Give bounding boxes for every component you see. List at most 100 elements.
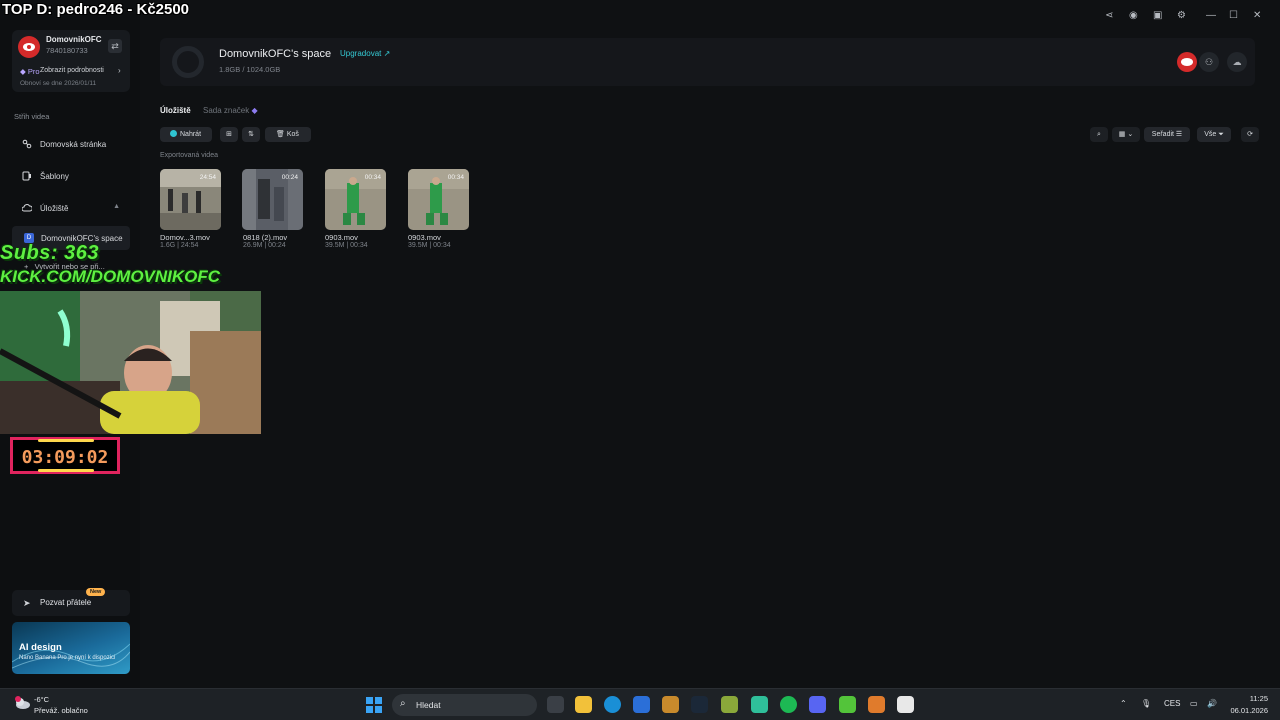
file-thumbnail[interactable]: 00:34 — [408, 169, 469, 230]
renew-date: Obnoví se dne 2026/01/11 — [20, 80, 97, 87]
store-icon[interactable] — [633, 696, 650, 713]
sidebar-item-label: Úložiště — [40, 204, 69, 213]
space-title: DomovnikOFC's space — [219, 48, 332, 60]
ai-design-promo[interactable]: AI design Nano Banana Pro je nyní k disp… — [12, 622, 130, 674]
sidebar-item-label: Šablony — [40, 172, 69, 181]
capcut-icon[interactable] — [897, 696, 914, 713]
upload-button[interactable]: Nahrát — [160, 127, 212, 142]
steam-icon[interactable] — [691, 696, 708, 713]
tab-brand-kit[interactable]: Sada značek ◆ — [203, 106, 258, 115]
maximize-icon[interactable]: ☐ — [1229, 10, 1238, 21]
timer-text: 03:09:02 — [21, 447, 109, 468]
usage-ring — [172, 46, 204, 78]
clock-time[interactable]: 11:25 — [1250, 694, 1268, 703]
account-name: DomovnikOFC — [46, 35, 102, 44]
folder-icon: ⊞ — [226, 131, 232, 138]
upload-icon[interactable]: ◉ — [1129, 10, 1138, 21]
app-icon[interactable] — [662, 696, 679, 713]
trash-icon: 🗑 — [276, 131, 285, 138]
network-icon[interactable]: ▭ — [1190, 699, 1198, 708]
app-icon[interactable] — [721, 696, 738, 713]
invite-friends-button[interactable]: ➤ Pozvat přátele New — [12, 588, 130, 616]
collapse-icon[interactable]: ▲ — [113, 203, 120, 210]
edge-icon[interactable] — [604, 696, 621, 713]
file-name: 0818 (2).mov — [243, 233, 288, 242]
file-name: 0903.mov — [325, 233, 358, 242]
sort-order-button[interactable]: ⇅ — [242, 127, 260, 142]
owner-avatar[interactable] — [1177, 52, 1197, 72]
filter-icon: ⏷ — [1218, 131, 1224, 138]
microphone-icon[interactable]: 🎙 — [1141, 699, 1151, 708]
sidebar-item-home[interactable]: Domovská stránka — [12, 132, 130, 156]
section-exported-label: Exportovaná videa — [160, 152, 218, 159]
language-indicator[interactable]: CES — [1164, 699, 1180, 708]
timer-bar-top — [38, 439, 94, 442]
account-card[interactable]: DomovnikOFC 7840180733 ⇄ ◆ Pro Zobrazit … — [12, 30, 130, 92]
grid-icon: ▦ ⌄ — [1118, 131, 1134, 138]
app-icon[interactable] — [868, 696, 885, 713]
duration-label: 24:54 — [199, 174, 216, 181]
upload-dot-icon — [170, 130, 177, 137]
taskbar: -6°C Převáž. oblačno ⌕ Hledat ⌃ 🎙 CES ▭ … — [0, 688, 1280, 720]
pro-badge: ◆ Pro — [20, 67, 40, 76]
templates-icon — [22, 171, 31, 181]
trash-button[interactable]: 🗑 Koš — [265, 127, 311, 142]
file-meta: 1.6G | 24:54 — [160, 242, 199, 249]
subs-counter-overlay: Subs: 363 — [0, 242, 99, 264]
filter-button[interactable]: Vše ⏷ — [1197, 127, 1231, 142]
sidebar-item-templates[interactable]: Šablony — [12, 164, 130, 188]
kick-channel-overlay: KICK.COM/DOMOVNIKOFC — [0, 267, 221, 286]
app-icon[interactable] — [751, 696, 768, 713]
spotify-icon[interactable] — [780, 696, 797, 713]
chevron-up-icon[interactable]: ⌃ — [1120, 699, 1127, 708]
refresh-icon: ⟳ — [1247, 131, 1253, 138]
weather-desc: Převáž. oblačno — [34, 706, 88, 715]
gear-icon[interactable]: ⚙ — [1177, 10, 1186, 21]
start-button[interactable] — [366, 697, 382, 713]
feedback-icon[interactable]: ▣ — [1153, 10, 1162, 21]
file-thumbnail[interactable]: 24:54 — [160, 169, 221, 230]
search-button[interactable]: ⌕ — [1090, 127, 1108, 142]
share-icon[interactable]: ⋖ — [1105, 10, 1113, 21]
cloud-icon — [22, 204, 32, 212]
duration-label: 00:34 — [447, 174, 464, 181]
file-meta: 26.9M | 00:24 — [243, 242, 286, 249]
app-icon[interactable] — [839, 696, 856, 713]
sort-button[interactable]: Seřadit ☰ — [1144, 127, 1190, 142]
details-link[interactable]: Zobrazit podrobnosti — [40, 67, 104, 74]
minimize-icon[interactable]: — — [1206, 10, 1216, 21]
file-explorer-icon[interactable] — [575, 696, 592, 713]
clock-date[interactable]: 06.01.2026 — [1230, 706, 1268, 715]
timer-bar-bottom — [38, 469, 94, 472]
discord-icon[interactable] — [809, 696, 826, 713]
upgrade-link[interactable]: Upgradovat ↗ — [340, 49, 390, 58]
invite-label: Pozvat přátele — [40, 598, 92, 607]
refresh-button[interactable]: ⟳ — [1241, 127, 1259, 142]
webcam-overlay — [0, 291, 261, 434]
diamond-icon: ◆ — [251, 106, 258, 115]
cloud-sync-icon[interactable]: ☁ — [1227, 52, 1247, 72]
volume-icon[interactable]: 🔊 — [1207, 699, 1217, 708]
switch-account-icon[interactable]: ⇄ — [108, 39, 122, 53]
sort-lines-icon: ☰ — [1175, 131, 1183, 138]
sort-icon: ⇅ — [248, 131, 254, 138]
close-icon[interactable]: ✕ — [1253, 10, 1261, 21]
taskbar-search[interactable]: ⌕ Hledat — [392, 694, 537, 716]
new-folder-button[interactable]: ⊞ — [220, 127, 238, 142]
sidebar-item-storage[interactable]: Úložiště ▲ — [12, 196, 130, 220]
file-name: 0903.mov — [408, 233, 441, 242]
promo-text: Nano Banana Pro je nyní k dispozici — [19, 655, 116, 661]
avatar[interactable] — [18, 36, 40, 58]
file-thumbnail[interactable]: 00:34 — [325, 169, 386, 230]
tab-storage[interactable]: Úložiště — [160, 106, 191, 115]
storage-usage: 1.8GB / 1024.0GB — [219, 65, 281, 74]
weather-cloud-icon[interactable] — [13, 696, 31, 710]
view-toggle[interactable]: ▦ ⌄ — [1112, 127, 1140, 142]
file-thumbnail[interactable]: 00:24 — [242, 169, 303, 230]
task-view-icon[interactable] — [547, 696, 564, 713]
section-label: Střih videa — [14, 112, 50, 121]
search-icon: ⌕ — [1097, 131, 1101, 138]
member-icon[interactable]: ⚇ — [1199, 52, 1219, 72]
account-id: 7840180733 — [46, 46, 88, 55]
new-badge: New — [86, 588, 106, 596]
